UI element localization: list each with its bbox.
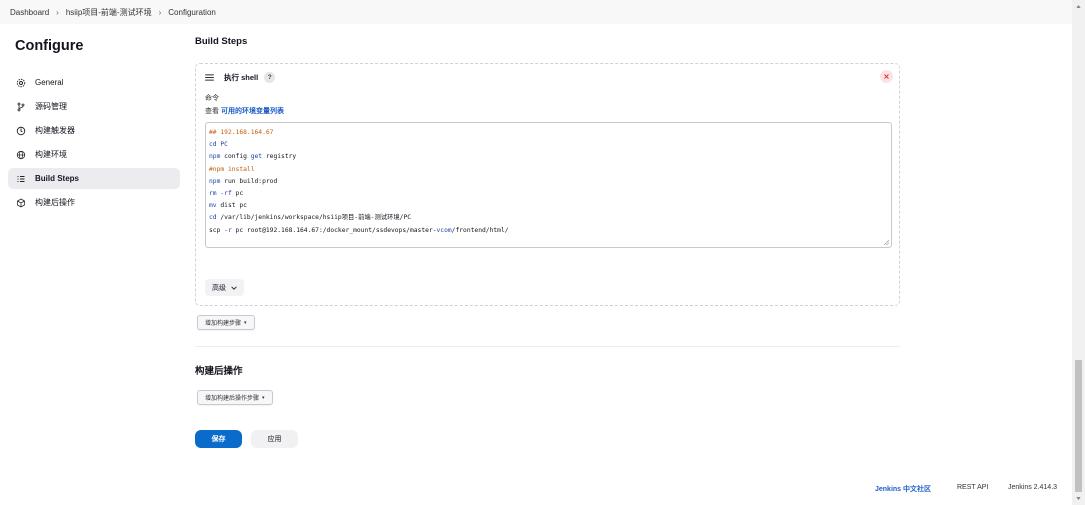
globe-icon [16,150,26,159]
sidebar-item-label: Build Steps [35,174,80,183]
page-title: Configure [15,38,84,54]
sidebar-item-label: 构建环境 [35,150,67,159]
scroll-down-icon[interactable] [1075,495,1082,502]
code-line: npm run build:prod [209,177,278,185]
branch-icon [17,102,25,111]
sidebar-item-build-triggers[interactable]: 构建触发器 [8,120,180,141]
sidebar-item-label: 构建触发器 [35,126,75,135]
code-line: ## 192.168.164.67 [209,129,274,136]
command-label: 命令 [205,95,219,102]
env-vars-line: 查看 可用的环境变量列表 [205,106,284,116]
sidebar-item-label: General [35,78,64,87]
sidebar-item-post-build[interactable]: 构建后操作 [8,192,180,213]
help-icon[interactable]: ? [264,72,276,83]
sidebar-item-label: 源码管理 [35,102,67,111]
drag-handle-icon[interactable] [205,74,214,81]
env-prefix: 查看 [205,108,219,115]
footer-rest-api-link[interactable]: REST API [957,484,988,491]
close-icon [884,74,889,79]
scroll-up-icon[interactable] [1075,3,1082,10]
post-build-heading: 构建后操作 [195,366,243,377]
advanced-button[interactable]: 高级 [205,279,244,296]
add-build-step-label: 增加构建步骤 [205,321,242,327]
step-header: 执行 shell ? [205,72,276,83]
sidebar-nav: General 源码管理 构建触发器 构建环境 Build Steps 构建后操… [8,72,180,216]
code-line: npm config get registry [209,153,297,161]
sidebar-item-build-environment[interactable]: 构建环境 [8,144,180,165]
save-button[interactable]: 保存 [195,430,242,448]
code-line: cd PC [209,141,228,149]
code-line: rm -rf pc [209,190,244,198]
scrollbar-thumb[interactable] [1075,360,1082,492]
sidebar-item-label: 构建后操作 [35,198,75,207]
cube-icon [17,198,25,207]
sidebar-item-source-control[interactable]: 源码管理 [8,96,180,117]
step-title: 执行 shell [224,73,259,82]
chevron-down-icon [231,285,237,290]
section-divider [195,346,900,347]
shell-step-card: 执行 shell ? 命令 查看 可用的环境变量列表 ## 192.168.16… [195,63,900,306]
env-vars-link[interactable]: 可用的环境变量列表 [221,108,284,115]
breadcrumb: Dashboard › hsiip项目-前端-测试环境 › Configurat… [0,0,1072,24]
footer-version-link[interactable]: Jenkins 2.414.3 [1008,484,1057,491]
code-line: mv dist pc [209,202,247,210]
code-line: #npm install [209,165,255,173]
sidebar-item-general[interactable]: General [8,72,180,93]
add-build-step-button[interactable]: 增加构建步骤 ▾ [197,315,255,330]
code-line: scp -r pc root@192.168.164.67:/docker_mo… [209,226,509,234]
code-line: cd /var/lib/jenkins/workspace/hsiip项目-前端… [209,214,412,222]
apply-button[interactable]: 应用 [251,430,298,448]
gear-icon [16,78,26,87]
sidebar-item-build-steps[interactable]: Build Steps [8,168,180,189]
build-steps-heading: Build Steps [195,36,248,47]
breadcrumb-configuration[interactable]: Configuration [168,8,216,17]
delete-step-button[interactable] [880,70,893,83]
advanced-label: 高级 [212,284,226,292]
list-icon [17,175,25,182]
breadcrumb-job[interactable]: hsiip项目-前端-测试环境 [66,7,152,18]
resize-handle-icon[interactable] [884,240,889,245]
clock-icon [16,126,26,135]
chevron-right-icon: › [158,7,162,17]
command-textarea[interactable]: ## 192.168.164.67 cd PC npm config get r… [205,122,892,248]
add-post-build-label: 增加构建后操作步骤 [205,396,260,402]
caret-down-icon: ▾ [262,394,265,401]
page-scrollbar[interactable] [1072,0,1085,505]
caret-down-icon: ▾ [244,319,247,326]
breadcrumb-dashboard[interactable]: Dashboard [10,8,49,17]
footer-community-link[interactable]: Jenkins 中文社区 [875,484,931,494]
add-post-build-button[interactable]: 增加构建后操作步骤 ▾ [197,390,273,405]
chevron-right-icon: › [56,7,59,17]
